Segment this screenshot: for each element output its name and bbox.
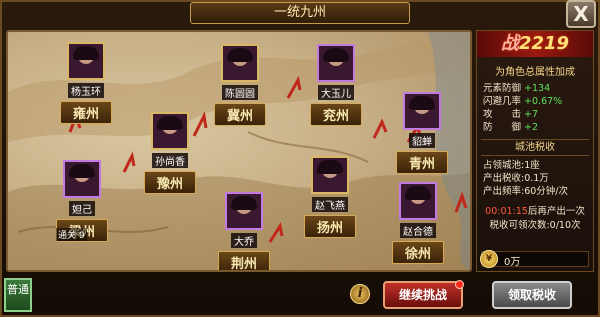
stat-row: 闪避几率 +0.67% bbox=[483, 96, 563, 107]
hero-name: 赵飞燕 bbox=[312, 197, 348, 212]
region-yanzhou[interactable]: 大玉儿 兖州 bbox=[310, 44, 363, 126]
hero-portrait bbox=[225, 192, 263, 230]
attack-arrow bbox=[372, 118, 388, 139]
stat-row: 攻 击 +7 bbox=[483, 109, 539, 120]
hero-portrait bbox=[67, 42, 105, 80]
collect-count: 税收可领次数:0/10次 bbox=[489, 220, 581, 231]
page-title: 一统九州 bbox=[190, 2, 410, 24]
region-yongzhou[interactable]: 杨玉环 雍州 bbox=[60, 42, 113, 124]
region-jingzhou[interactable]: 大乔 荆州 bbox=[218, 192, 271, 270]
city-banner: 雍州 bbox=[60, 101, 113, 124]
stat-row: 元素防御 +134 bbox=[483, 83, 551, 94]
hero-name: 貂蝉 bbox=[409, 133, 435, 148]
region-yuzhou[interactable]: 孙尚香 豫州 bbox=[144, 112, 197, 194]
collect-tax-button[interactable]: 领取税收 bbox=[492, 281, 572, 309]
hero-name: 孙尚香 bbox=[152, 153, 188, 168]
hero-name: 赵合德 bbox=[400, 223, 436, 238]
tax-row: 产出税收:0.1万 bbox=[483, 173, 549, 184]
hero-name: 杨玉环 bbox=[68, 83, 104, 98]
hero-name: 大乔 bbox=[231, 233, 257, 248]
hero-portrait bbox=[311, 156, 349, 194]
city-banner: 青州 bbox=[396, 151, 449, 174]
region-qingzhou[interactable]: 貂蝉 青州 bbox=[396, 92, 449, 174]
coin-icon: ¥ bbox=[480, 250, 498, 268]
notification-dot bbox=[455, 280, 464, 289]
hero-portrait bbox=[317, 44, 355, 82]
info-panel: 战2219 为角色总属性加成 元素防御 +134 闪避几率 +0.67% 攻 击… bbox=[476, 30, 594, 272]
info-icon[interactable]: i bbox=[350, 284, 370, 304]
bonus-heading: 为角色总属性加成 bbox=[495, 67, 575, 78]
continue-challenge-button[interactable]: 继续挑战 bbox=[383, 280, 464, 309]
city-banner: 兖州 bbox=[310, 103, 363, 126]
hero-portrait bbox=[151, 112, 189, 150]
stat-row: 防 御 +2 bbox=[483, 122, 539, 133]
city-banner: 豫州 bbox=[144, 171, 197, 194]
mode-normal-button[interactable]: 普通 bbox=[4, 278, 32, 312]
hero-portrait bbox=[399, 182, 437, 220]
region-yangzhou[interactable]: 赵飞燕 扬州 bbox=[304, 156, 357, 238]
tax-row: 占领城池:1座 bbox=[483, 160, 540, 171]
attack-status: 通关 9 bbox=[56, 228, 87, 241]
hero-portrait bbox=[221, 44, 259, 82]
hero-portrait bbox=[403, 92, 441, 130]
city-banner: 荆州 bbox=[218, 251, 271, 270]
tax-timer: 00:01:15后再产出一次 bbox=[485, 206, 585, 217]
hero-name: 大玉儿 bbox=[318, 85, 354, 100]
city-banner: 冀州 bbox=[214, 103, 267, 126]
hero-name: 妲己 bbox=[69, 201, 95, 216]
hero-portrait bbox=[63, 160, 101, 198]
city-banner: 徐州 bbox=[392, 241, 445, 264]
city-banner: 扬州 bbox=[304, 215, 357, 238]
region-xuzhou[interactable]: 赵合德 徐州 bbox=[392, 182, 445, 264]
power-rating: 战2219 bbox=[477, 31, 593, 57]
attack-arrow bbox=[122, 151, 136, 173]
tax-row: 产出频率:60分钟/次 bbox=[483, 186, 568, 197]
coin-balance: ¥ 0万 bbox=[480, 250, 589, 268]
tax-heading: 城池税收 bbox=[481, 139, 589, 156]
world-map: 杨玉环 雍州 陈圆圆 冀州 大玉儿 兖州 孙尚香 豫州 貂蝉 青州 妲己 梁州 … bbox=[6, 30, 472, 272]
region-jizhou[interactable]: 陈圆圆 冀州 bbox=[214, 44, 267, 126]
close-button[interactable]: X bbox=[566, 0, 596, 28]
hero-name: 陈圆圆 bbox=[222, 85, 258, 100]
